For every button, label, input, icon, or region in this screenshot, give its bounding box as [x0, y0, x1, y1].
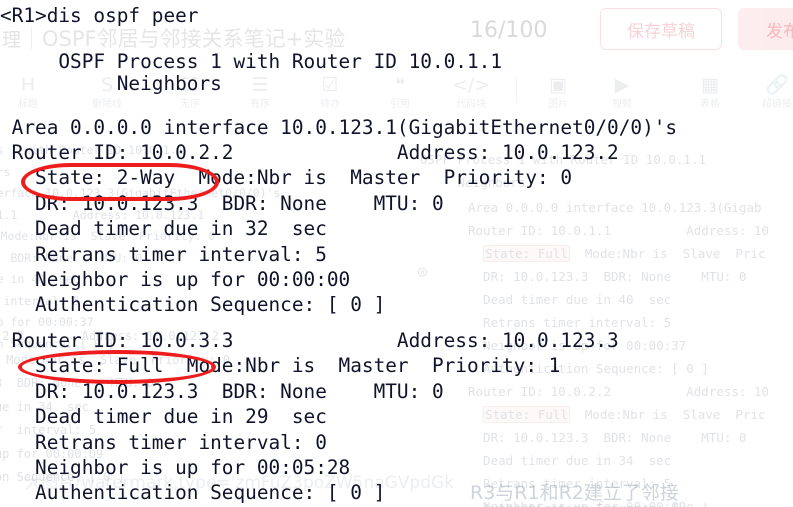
terminal-line: Dead timer due in 32 sec	[0, 217, 327, 240]
toolbar-label: 删除线	[92, 99, 122, 110]
toolbar-separator	[516, 78, 517, 102]
terminal-line: Authentication Sequence: [ 0 ]	[0, 293, 386, 316]
toolbar-label: 超链接	[762, 99, 792, 110]
screenshot-canvas: 理 OSPF邻居与邻接关系笔记+实验 16/100 保存草稿 发布 H 标题 S 删除…	[0, 0, 793, 507]
toolbar-label: 标题	[18, 99, 38, 110]
terminal-line: State: 2-Way Mode:Nbr is Master Priority…	[0, 166, 573, 189]
terminal-line: <R1>dis ospf peer	[0, 4, 199, 27]
terminal-line: Authentication Sequence: [ 0 ]	[0, 481, 386, 504]
toolbar-label: 视频	[612, 99, 632, 110]
toolbar-label: 图片	[548, 99, 568, 110]
toolbar-label: 引用	[390, 99, 410, 110]
toolbar-label: 表格	[700, 99, 720, 110]
toolbar-label: 有序	[250, 99, 270, 110]
toolbar-label: 待办	[320, 99, 340, 110]
terminal-line: Neighbors	[0, 72, 222, 95]
toolbar-label: 无序	[180, 99, 200, 110]
toolbar-label: 代码块	[456, 99, 487, 110]
terminal-line: Dead timer due in 29 sec	[0, 405, 327, 428]
terminal-line: State: Full Mode:Nbr is Master Priority:…	[0, 354, 561, 377]
